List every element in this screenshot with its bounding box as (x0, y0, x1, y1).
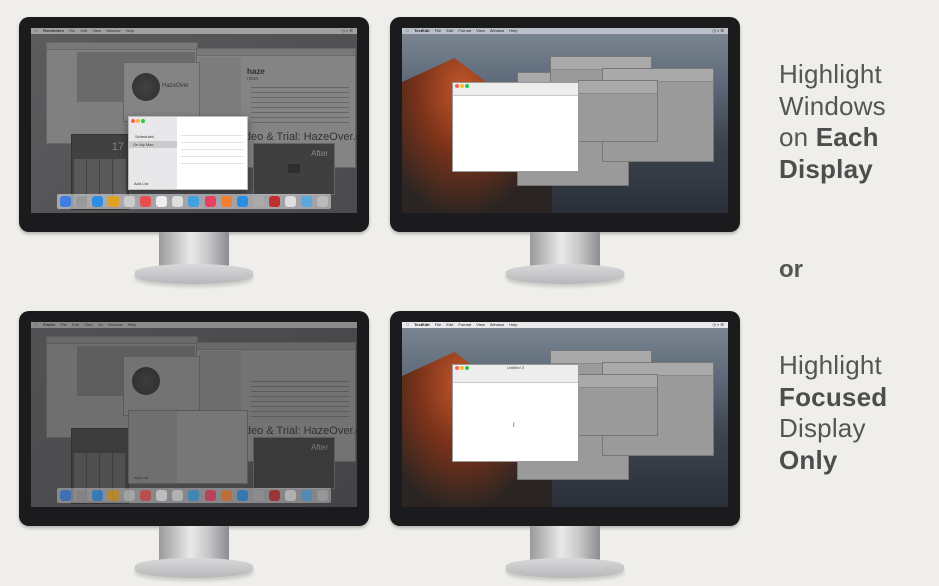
menu-window[interactable]: Window (106, 28, 120, 33)
caption-focused-display: Highlight Focused Display Only (779, 350, 887, 476)
dock (57, 488, 331, 503)
menu-app[interactable]: TextEdit (414, 28, 429, 33)
doc-title: Untitled 3 (507, 365, 524, 370)
screen-many-windows:  Reminders File Edit View Window Help ◷… (31, 28, 357, 213)
monitor-bezel:  TextEdit File Edit Format View Window … (390, 17, 740, 232)
dictionary-pos: noun (247, 76, 259, 82)
caption-line: Display (779, 413, 866, 443)
menu-file[interactable]: File (60, 322, 66, 327)
caption-line: Windows (779, 90, 886, 121)
menu-edit[interactable]: Edit (72, 322, 79, 327)
menubar:  Finder File Edit View Go Window Help (31, 322, 357, 328)
caption-line: Highlight (779, 350, 882, 380)
video-after-label: After (311, 149, 328, 158)
video-window[interactable]: After (253, 437, 335, 489)
caption-or: or (779, 256, 803, 283)
monitor-top-left:  Reminders File Edit View Window Help ◷… (19, 17, 369, 292)
menubar:  Reminders File Edit View Window Help ◷… (31, 28, 357, 34)
hazeover-badge-window[interactable] (123, 356, 200, 416)
menu-app[interactable]: Reminders (43, 28, 64, 33)
menu-window[interactable]: Window (490, 322, 504, 327)
monitor-bottom-left:  Finder File Edit View Go Window Help A… (19, 311, 369, 586)
menu-window[interactable]: Window (108, 322, 122, 327)
screen-textedit-focused:  TextEdit File Edit Format View Window … (402, 322, 728, 507)
screen-textedit:  TextEdit File Edit Format View Window … (402, 28, 728, 213)
caption-word-bold: Only (779, 444, 838, 475)
monitor-bezel:  Reminders File Edit View Window Help ◷… (19, 17, 369, 232)
menu-file[interactable]: File (435, 28, 441, 33)
video-after-label: After (311, 443, 328, 452)
menu-help[interactable]: Help (509, 322, 517, 327)
menu-app[interactable]: TextEdit (414, 322, 429, 327)
menu-app[interactable]: Finder (43, 322, 55, 327)
textedit-window-bg[interactable] (578, 374, 658, 436)
caption-word-bold: Display (779, 153, 873, 184)
reminders-add-list[interactable]: Add List (134, 181, 148, 186)
dictionary-word: haze (247, 67, 265, 76)
caption-each-display: Highlight Windows on Each Display (779, 59, 886, 185)
caption-word-bold: Focused (779, 381, 888, 412)
caption-word-bold: Each (815, 122, 879, 152)
menu-edit[interactable]: Edit (446, 28, 453, 33)
menu-file[interactable]: File (69, 28, 75, 33)
hazeover-badge: HazeOver (162, 83, 190, 89)
calc-display: 17 (111, 141, 124, 153)
menu-help[interactable]: Help (128, 322, 136, 327)
menu-file[interactable]: File (435, 322, 441, 327)
caption-word: on (779, 122, 809, 152)
monitor-top-right:  TextEdit File Edit Format View Window … (390, 17, 740, 292)
reminders-window[interactable]: Add List (128, 410, 248, 484)
menu-view[interactable]: View (476, 322, 485, 327)
menu-help[interactable]: Help (126, 28, 134, 33)
menu-window[interactable]: Window (490, 28, 504, 33)
monitor-bezel:  Finder File Edit View Go Window Help A… (19, 311, 369, 526)
hazeover-badge-window[interactable]: HazeOver (123, 62, 200, 122)
reminders-add-list[interactable]: Add List (134, 475, 148, 480)
textedit-window-bg[interactable] (578, 80, 658, 142)
menu-help[interactable]: Help (509, 28, 517, 33)
menu-view[interactable]: View (476, 28, 485, 33)
caption-line: Highlight (779, 59, 882, 89)
menu-edit[interactable]: Edit (81, 28, 88, 33)
reminders-scheduled[interactable]: Scheduled (135, 134, 154, 139)
menu-go[interactable]: Go (98, 322, 103, 327)
menu-format[interactable]: Format (458, 28, 471, 33)
video-window[interactable]: After (253, 143, 335, 195)
menu-format[interactable]: Format (458, 322, 471, 327)
menu-view[interactable]: View (84, 322, 93, 327)
menu-edit[interactable]: Edit (446, 322, 453, 327)
menu-view[interactable]: View (93, 28, 102, 33)
monitor-bottom-right:  TextEdit File Edit Format View Window … (390, 311, 740, 586)
screen-many-windows-dimmed:  Finder File Edit View Go Window Help A… (31, 322, 357, 507)
dock (57, 194, 331, 209)
textedit-window-active[interactable] (452, 82, 579, 172)
text-cursor: I (513, 423, 515, 429)
menubar:  TextEdit File Edit Format View Window … (402, 322, 728, 328)
reminders-window-active[interactable]: Scheduled On My Mac Add List (128, 116, 248, 190)
reminders-on-my-mac[interactable]: On My Mac (133, 142, 153, 147)
textedit-window-active[interactable]: Untitled 3 I (452, 364, 579, 462)
monitor-bezel:  TextEdit File Edit Format View Window … (390, 311, 740, 526)
menubar:  TextEdit File Edit Format View Window … (402, 28, 728, 34)
